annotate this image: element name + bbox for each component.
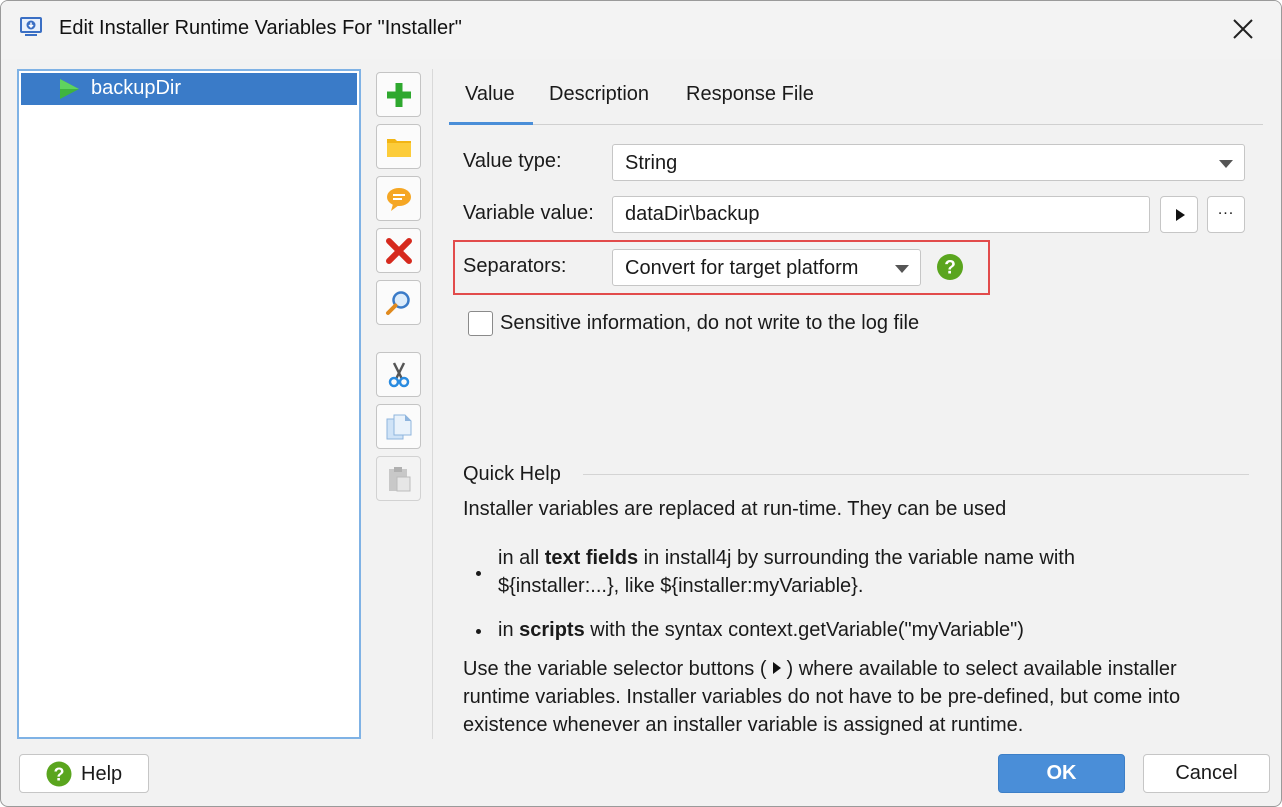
separators-value: Convert for target platform [625,257,859,279]
quick-help-bullet-1: in all text fields in install4j by surro… [498,547,1075,569]
chevron-down-icon [1219,160,1233,168]
variable-row-backupdir[interactable]: backupDir [21,73,357,105]
value-type-label: Value type: [463,150,562,172]
more-button-label: ... [1217,201,1235,218]
speech-bubble-icon [387,188,411,211]
svg-text:?: ? [944,258,956,279]
separators-label: Separators: [463,255,567,277]
bullet-dot [476,571,481,576]
clipboard-icon [389,467,411,492]
copy-icon [386,414,412,440]
folder-icon [387,139,411,157]
delete-button[interactable] [376,228,421,273]
cut-button[interactable] [376,352,421,397]
help-button[interactable]: ? Help [19,754,149,793]
chevron-down-icon [895,265,909,273]
bullet-dot [476,629,481,634]
copy-button[interactable] [376,404,421,449]
close-icon[interactable] [1227,13,1259,45]
dialog-window: Edit Installer Runtime Variables For "In… [0,0,1282,807]
variable-selector-button[interactable] [1160,196,1198,233]
value-type-value: String [625,152,678,174]
comment-button[interactable] [376,176,421,221]
panel-divider [432,69,433,739]
search-button[interactable] [376,280,421,325]
quick-help-paragraph-line1: Use the variable selector buttons () whe… [463,658,1177,680]
paste-button[interactable] [376,456,421,501]
installer-app-icon [20,17,42,36]
variable-value-label: Variable value: [463,202,594,224]
separators-select[interactable]: Convert for target platform [612,249,921,286]
quick-help-divider [583,474,1249,475]
play-triangle-icon [60,79,79,99]
play-arrow-icon [1176,209,1185,221]
red-x-icon [386,238,412,264]
tab-bar-line [449,124,1263,125]
ok-button[interactable]: OK [998,754,1125,793]
play-arrow-icon [772,662,781,674]
cancel-button[interactable]: Cancel [1143,754,1270,793]
variable-value-field[interactable] [612,196,1150,233]
active-tab-indicator [449,122,533,125]
quick-help-bullet-2: in scripts with the syntax context.getVa… [498,619,1024,641]
tab-response-file[interactable]: Response File [686,83,814,106]
sensitive-checkbox[interactable] [468,311,493,336]
add-button[interactable] [376,72,421,117]
help-button-label: Help [81,763,123,785]
quick-help-heading: Quick Help [463,463,561,485]
plus-icon [387,83,411,107]
variable-list[interactable]: backupDir [17,69,361,739]
window-title: Edit Installer Runtime Variables For "In… [59,17,462,39]
value-type-select[interactable]: String [612,144,1245,181]
magnifier-icon [386,291,410,315]
quick-help-paragraph-line3: existence whenever an installer variable… [463,714,1024,736]
scissors-icon [388,362,410,388]
tab-description[interactable]: Description [549,83,649,106]
title-bar: Edit Installer Runtime Variables For "In… [1,1,1281,59]
svg-text:?: ? [54,765,65,785]
quick-help-intro: Installer variables are replaced at run-… [463,498,1007,520]
folder-button[interactable] [376,124,421,169]
help-question-icon: ? [46,761,72,787]
help-question-icon[interactable]: ? [936,253,964,281]
sensitive-label[interactable]: Sensitive information, do not write to t… [500,312,919,335]
more-button[interactable]: ... [1207,196,1245,233]
quick-help-bullet-1-line2: ${installer:...}, like ${installer:myVar… [498,575,864,597]
tab-value[interactable]: Value [465,83,515,106]
variable-name: backupDir [91,77,182,99]
variable-value-input[interactable] [613,197,1149,232]
quick-help-paragraph-line2: runtime variables. Installer variables d… [463,686,1181,708]
